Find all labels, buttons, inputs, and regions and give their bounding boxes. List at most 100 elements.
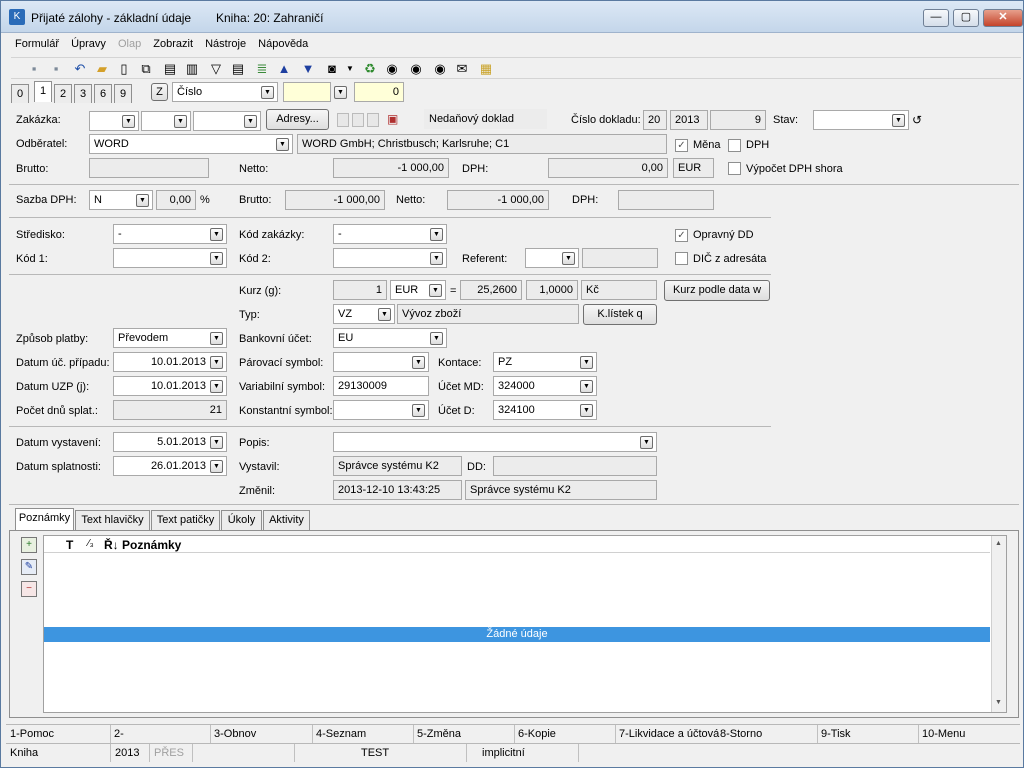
tab-0[interactable]: 0 — [11, 84, 29, 103]
chevron-down-icon[interactable]: ▼ — [210, 252, 223, 265]
menu-zobrazit[interactable]: Zobrazit — [149, 35, 198, 50]
k-listek-button[interactable]: K.lístek q — [583, 304, 657, 325]
sazba-select[interactable]: N ▼ — [89, 190, 153, 210]
fkey-1[interactable]: 1-Pomoc — [10, 728, 54, 740]
kod-zakazky-select[interactable]: - ▼ — [333, 224, 447, 244]
tab-2[interactable]: 2 — [54, 84, 72, 103]
chevron-down-icon[interactable]: ▼ — [136, 194, 149, 207]
chevron-down-icon[interactable]: ▼ — [210, 228, 223, 241]
document-attach-icon[interactable]: ▣ — [387, 112, 401, 128]
column-header-poznamky[interactable]: Poznámky — [122, 538, 181, 552]
tab-6[interactable]: 6 — [94, 84, 112, 103]
datum-uc-field[interactable]: 10.01.2013 ▼ — [113, 352, 227, 372]
chevron-down-icon[interactable]: ▼ — [412, 404, 425, 417]
tab-ukoly[interactable]: Úkoly — [221, 510, 262, 530]
zakazka-field-3[interactable]: ▼ — [193, 111, 261, 131]
chevron-down-icon[interactable]: ▼ — [892, 114, 905, 127]
vertical-scrollbar[interactable]: ▲ ▼ — [991, 536, 1006, 712]
chevron-down-icon[interactable]: ▼ — [562, 252, 575, 265]
arrow-down-icon[interactable]: ▼ — [299, 60, 317, 78]
menu-napoveda[interactable]: Nápověda — [254, 35, 313, 50]
zakazka-field-1[interactable]: ▼ — [89, 111, 139, 131]
document-list-icon[interactable]: ▤ — [161, 60, 179, 78]
fkey-5[interactable]: 5-Změna — [417, 728, 461, 740]
filter-list-icon[interactable]: ▤ — [229, 60, 247, 78]
chevron-down-icon[interactable]: ▼ — [210, 460, 223, 473]
chevron-down-icon[interactable]: ▼ — [210, 380, 223, 393]
chevron-down-icon[interactable]: ▼ — [210, 332, 223, 345]
save-as-icon[interactable]: ▪ — [47, 60, 65, 78]
chevron-down-icon[interactable]: ▼ — [261, 86, 274, 99]
dropdown-arrow-icon[interactable]: ▼ — [341, 60, 359, 78]
notebook-icon[interactable]: ▦ — [477, 60, 495, 78]
minimize-button[interactable]: — — [923, 9, 949, 27]
chevron-down-icon[interactable]: ▼ — [580, 380, 593, 393]
open-folder-icon[interactable]: ▰ — [93, 60, 111, 78]
tab-text-hlavicky[interactable]: Text hlavičky — [75, 510, 150, 530]
chevron-down-icon[interactable]: ▼ — [122, 115, 135, 128]
copy-icon[interactable]: ⧉ — [137, 60, 155, 78]
dic-checkbox[interactable] — [675, 252, 688, 265]
binoculars-icon[interactable]: ◉ — [383, 60, 401, 78]
add-note-icon[interactable]: + — [21, 537, 37, 553]
tab-aktivity[interactable]: Aktivity — [263, 510, 310, 530]
kod1-select[interactable]: ▼ — [113, 248, 227, 268]
fkey-9[interactable]: 9-Tisk — [821, 728, 851, 740]
edit-note-icon[interactable]: ✎ — [21, 559, 37, 575]
order-search-field[interactable] — [283, 82, 331, 102]
chevron-down-icon[interactable]: ▼ — [174, 115, 187, 128]
menu-olap[interactable]: Olap — [114, 35, 146, 50]
chevron-down-icon[interactable]: ▼ — [378, 308, 391, 321]
restore-button[interactable]: ▢ — [953, 9, 979, 27]
save-icon[interactable]: ▪ — [25, 60, 43, 78]
ucet-d-select[interactable]: 324100 ▼ — [493, 400, 597, 420]
chevron-down-icon[interactable]: ▼ — [640, 436, 653, 449]
chevron-down-icon[interactable]: ▼ — [580, 404, 593, 417]
binoculars-next-icon[interactable]: ◉ — [407, 60, 425, 78]
fkey-4[interactable]: 4-Seznam — [316, 728, 366, 740]
referent-select[interactable]: ▼ — [525, 248, 579, 268]
address-icon-1[interactable] — [337, 113, 349, 127]
bankovni-ucet-select[interactable]: EU ▼ — [333, 328, 447, 348]
tab-poznamky[interactable]: Poznámky — [15, 508, 74, 530]
column-header-t[interactable]: T — [66, 538, 73, 552]
stack-icon[interactable]: ≣ — [253, 60, 271, 78]
chevron-down-icon[interactable]: ▼ — [210, 436, 223, 449]
envelope-icon[interactable]: ✉ — [453, 60, 471, 78]
fkey-7[interactable]: 7-Likvidace a účtová — [619, 728, 719, 740]
kurz-mena-select[interactable]: EUR ▼ — [390, 280, 446, 300]
menu-upravy[interactable]: Úpravy — [67, 35, 111, 50]
chevron-down-icon[interactable]: ▼ — [412, 356, 425, 369]
camera-icon[interactable]: ◙ — [323, 60, 341, 78]
stredisko-select[interactable]: - ▼ — [113, 224, 227, 244]
popis-select[interactable]: ▼ — [333, 432, 657, 452]
chevron-down-icon[interactable]: ▼ — [334, 86, 347, 99]
delete-note-icon[interactable]: − — [21, 581, 37, 597]
datum-uzp-field[interactable]: 10.01.2013 ▼ — [113, 376, 227, 396]
order-select[interactable]: Číslo ▼ — [172, 82, 278, 102]
ucet-md-select[interactable]: 324000 ▼ — [493, 376, 597, 396]
address-icon-2[interactable] — [352, 113, 364, 127]
filter-icon[interactable]: ▽ — [207, 60, 225, 78]
close-button[interactable]: ✕ — [983, 9, 1023, 27]
fkey-2[interactable]: 2- — [114, 728, 124, 740]
arrow-up-icon[interactable]: ▲ — [275, 60, 293, 78]
binoculars-filter-icon[interactable]: ◉ — [431, 60, 449, 78]
mena-checkbox[interactable]: ✓ — [675, 139, 688, 152]
undo-icon[interactable]: ↶ — [71, 60, 89, 78]
menu-nastroje[interactable]: Nástroje — [201, 35, 251, 50]
fkey-6[interactable]: 6-Kopie — [518, 728, 556, 740]
datum-vystaveni-field[interactable]: 5.01.2013 ▼ — [113, 432, 227, 452]
zakazka-field-2[interactable]: ▼ — [141, 111, 191, 131]
chevron-down-icon[interactable]: ▼ — [276, 138, 289, 151]
adresy-button[interactable]: Adresy... — [266, 109, 329, 130]
vypocet-dph-checkbox[interactable] — [728, 162, 741, 175]
chevron-down-icon[interactable]: ▼ — [430, 332, 443, 345]
tab-1[interactable]: 1 — [34, 81, 52, 102]
chevron-down-icon[interactable]: ▼ — [430, 228, 443, 241]
opravny-dd-checkbox[interactable]: ✓ — [675, 229, 688, 242]
scroll-up-icon[interactable]: ▲ — [995, 540, 1002, 547]
tab-text-paticky[interactable]: Text patičky — [151, 510, 220, 530]
new-document-icon[interactable]: ▯ — [115, 60, 133, 78]
dph-checkbox[interactable] — [728, 139, 741, 152]
